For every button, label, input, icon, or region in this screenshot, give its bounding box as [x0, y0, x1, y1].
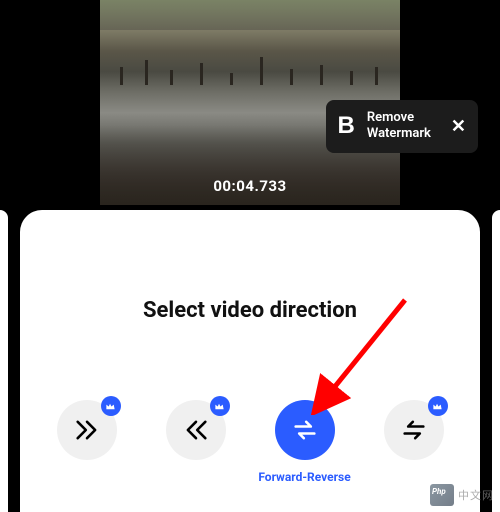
- remove-watermark-line1: Remove: [367, 110, 431, 126]
- sheet-title: Select video direction: [20, 298, 480, 323]
- crown-icon: [105, 401, 116, 412]
- option-forward-reverse-button[interactable]: [275, 400, 335, 460]
- site-watermark: 中文网: [430, 484, 494, 506]
- crown-icon: [214, 401, 225, 412]
- swap-icon: [291, 416, 319, 444]
- premium-badge: [210, 396, 230, 416]
- swap-icon: [400, 416, 428, 444]
- option-reverse-forward: [366, 400, 462, 484]
- video-scene-decor: [100, 25, 400, 85]
- direction-options: Forward-Reverse: [20, 400, 480, 484]
- double-forward-icon: [73, 416, 101, 444]
- option-forward-reverse-label: Forward-Reverse: [258, 470, 350, 484]
- option-forward-button[interactable]: [57, 400, 117, 460]
- option-forward: [39, 400, 135, 484]
- video-timestamp: 00:04.733: [100, 177, 400, 195]
- adjacent-sheet-right[interactable]: [492, 210, 500, 512]
- option-forward-reverse: Forward-Reverse: [257, 400, 353, 484]
- site-logo-icon: [430, 484, 454, 506]
- remove-watermark-text: Remove Watermark: [367, 110, 431, 143]
- close-icon[interactable]: ✕: [451, 116, 466, 137]
- remove-watermark-banner[interactable]: B Remove Watermark ✕: [326, 100, 478, 153]
- crown-icon: [432, 401, 443, 412]
- option-reverse-button[interactable]: [166, 400, 226, 460]
- option-reverse-forward-button[interactable]: [384, 400, 444, 460]
- direction-sheet: Select video direction: [20, 210, 480, 512]
- remove-watermark-line2: Watermark: [367, 126, 431, 142]
- app-logo-b: B: [338, 112, 355, 140]
- premium-badge: [428, 396, 448, 416]
- option-reverse: [148, 400, 244, 484]
- double-backward-icon: [182, 416, 210, 444]
- adjacent-sheet-left[interactable]: [0, 210, 8, 512]
- premium-badge: [101, 396, 121, 416]
- site-watermark-text: 中文网: [458, 487, 494, 503]
